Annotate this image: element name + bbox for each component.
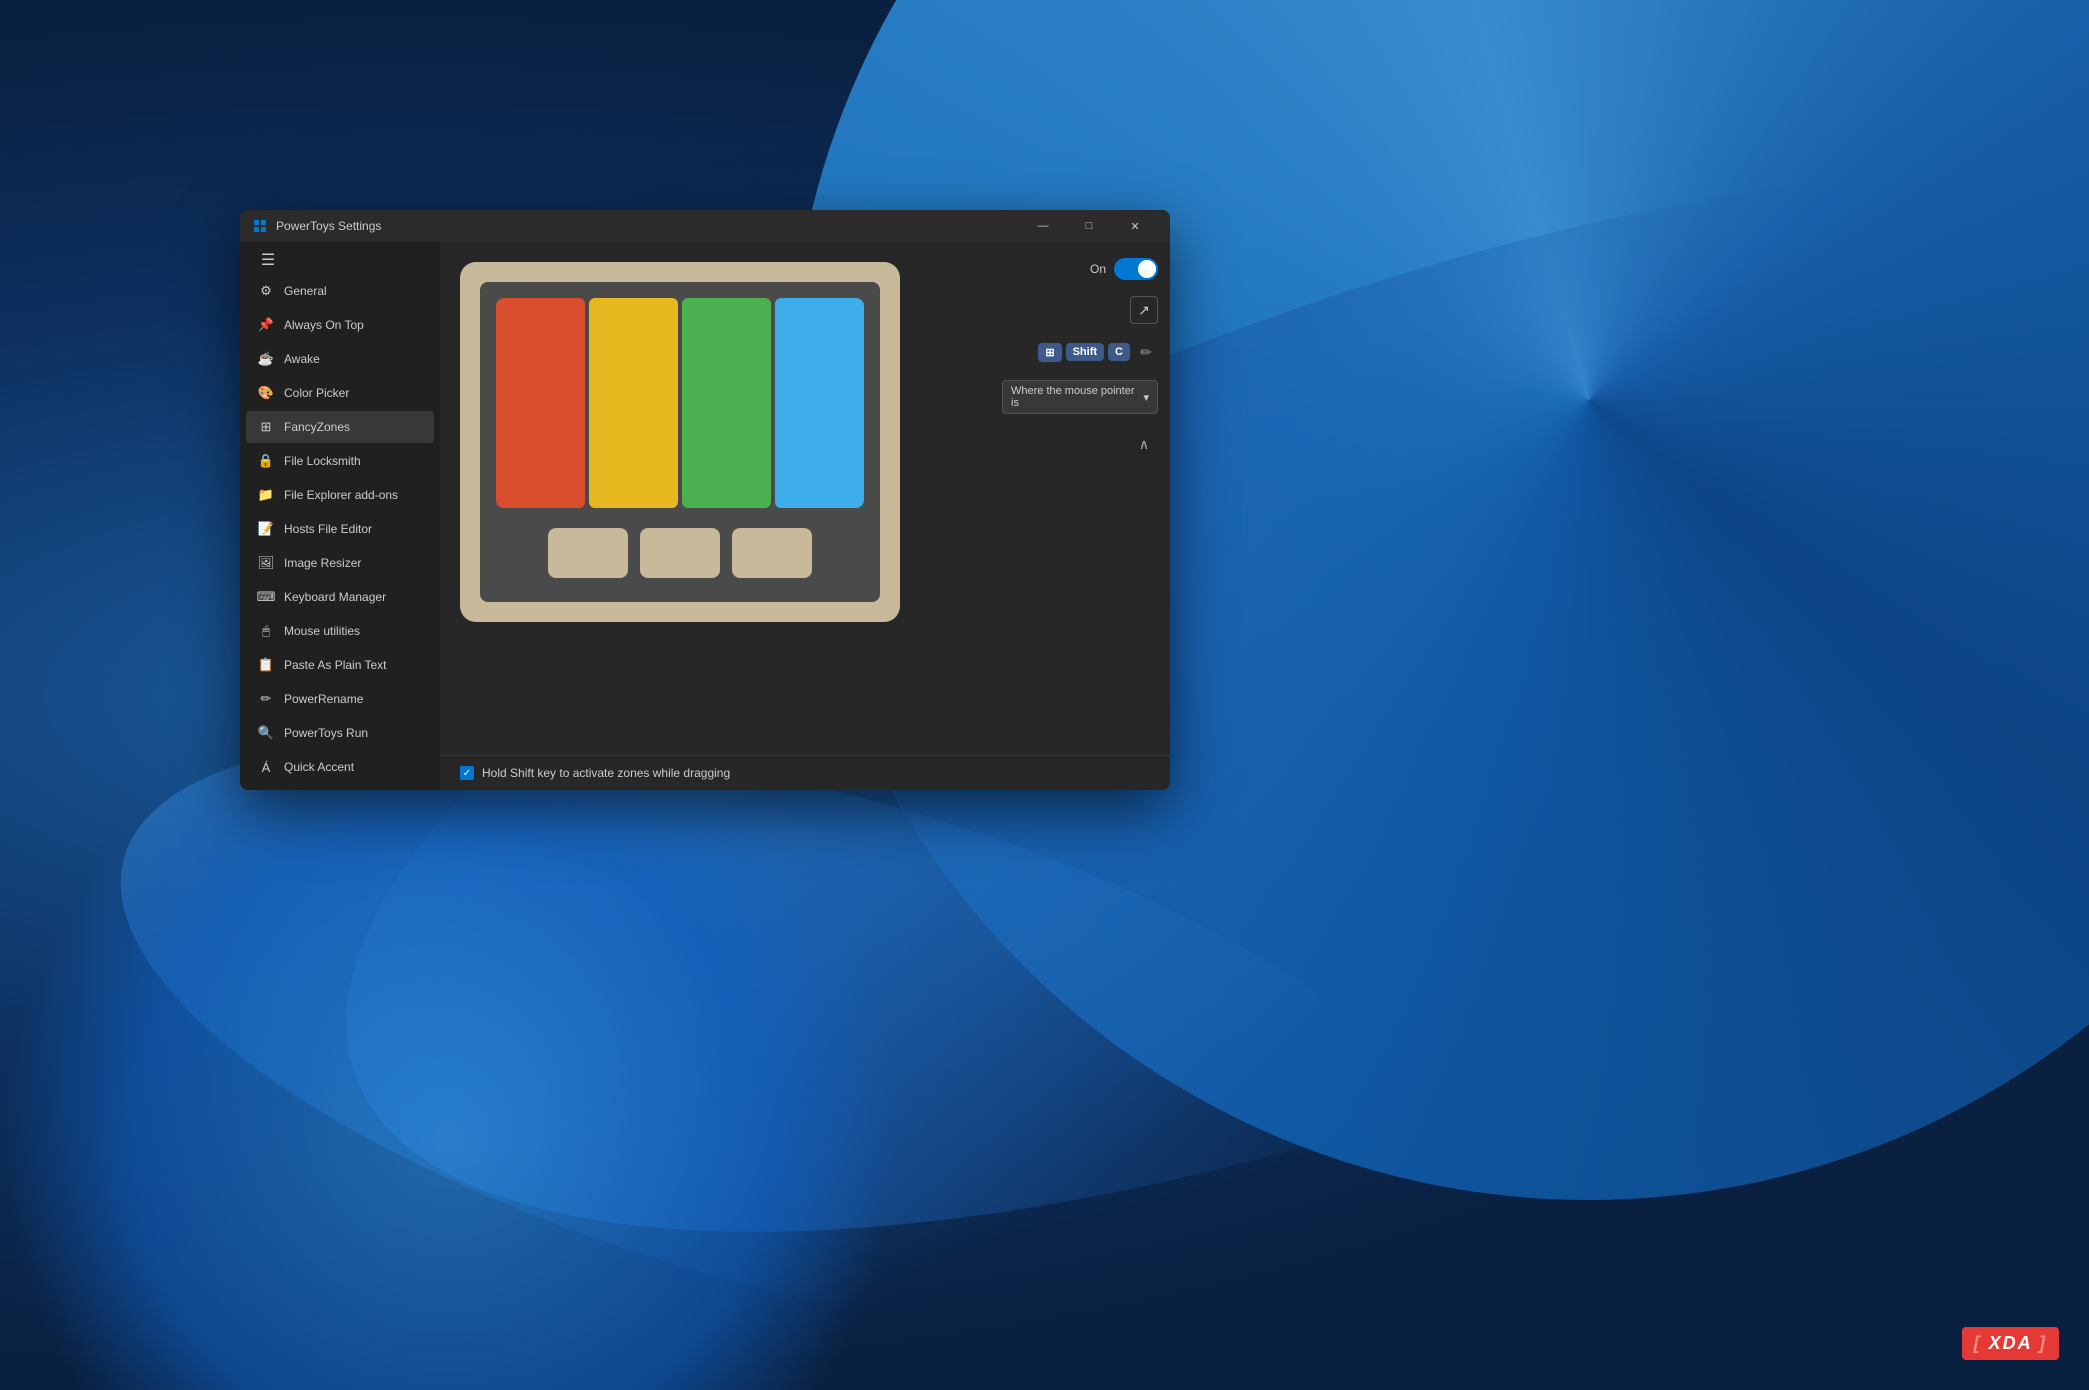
sidebar-item-hosts-file-editor[interactable]: 📝 Hosts File Editor — [246, 513, 434, 545]
sidebar-item-registry-preview[interactable]: 📋 Registry Preview — [246, 785, 434, 790]
key-shift: Shift — [1066, 343, 1104, 361]
content-area: ☰ ⚙ General 📌 Always On Top ☕ Awake 🎨 Co… — [240, 242, 1170, 790]
fancyzones-icon: ⊞ — [258, 419, 274, 435]
color-bars — [496, 298, 864, 508]
sidebar-item-file-explorer[interactable]: 📁 File Explorer add-ons — [246, 479, 434, 511]
shortcut-row: ⊞ Shift C ✏ — [1002, 340, 1158, 364]
sidebar-label-general: General — [284, 284, 327, 298]
enable-toggle[interactable] — [1114, 258, 1158, 280]
sidebar-label-powerrename: PowerRename — [284, 692, 363, 706]
powerrename-icon: ✏ — [258, 691, 274, 707]
color-bar-yellow — [589, 298, 678, 508]
sidebar-item-awake[interactable]: ☕ Awake — [246, 343, 434, 375]
collapse-button[interactable]: ∧ — [1130, 430, 1158, 458]
fancyzones-preview-area — [440, 242, 920, 755]
sidebar-item-file-locksmith[interactable]: 🔒 File Locksmith — [246, 445, 434, 477]
general-icon: ⚙ — [258, 283, 274, 299]
sidebar-item-quick-accent[interactable]: Á Quick Accent — [246, 751, 434, 783]
image-resizer-icon: 🖼 — [258, 555, 274, 571]
dropdown-row: Where the mouse pointer is ▾ — [1002, 380, 1158, 414]
chevron-down-icon: ▾ — [1143, 391, 1149, 404]
sidebar-item-keyboard-manager[interactable]: ⌨ Keyboard Manager — [246, 581, 434, 613]
external-link-icon: ↗ — [1138, 302, 1150, 319]
sidebar-label-keyboard-manager: Keyboard Manager — [284, 590, 386, 604]
sidebar-item-general[interactable]: ⚙ General — [246, 275, 434, 307]
preview-button-3 — [732, 528, 812, 578]
minimize-button[interactable]: — — [1020, 210, 1066, 242]
sidebar-item-always-on-top[interactable]: 📌 Always On Top — [246, 309, 434, 341]
sidebar-item-paste-plain-text[interactable]: 📋 Paste As Plain Text — [246, 649, 434, 681]
sidebar-label-awake: Awake — [284, 352, 320, 366]
chevron-up-icon: ∧ — [1139, 436, 1149, 452]
checkbox-wrap: ✓ Hold Shift key to activate zones while… — [460, 766, 730, 780]
preview-button-1 — [548, 528, 628, 578]
awake-icon: ☕ — [258, 351, 274, 367]
color-bar-red — [496, 298, 585, 508]
sidebar-label-quick-accent: Quick Accent — [284, 760, 354, 774]
sidebar-label-mouse-utilities: Mouse utilities — [284, 624, 360, 638]
sidebar-item-powertoys-run[interactable]: 🔍 PowerToys Run — [246, 717, 434, 749]
sidebar-label-color-picker: Color Picker — [284, 386, 349, 400]
main-panel: On ↗ ⊞ Shift C ✏ — [440, 242, 1170, 790]
sidebar-label-always-on-top: Always On Top — [284, 318, 364, 332]
hamburger-icon: ☰ — [261, 250, 275, 270]
xda-text: XDA — [1989, 1333, 2032, 1353]
sidebar-menu-button[interactable]: ☰ — [248, 250, 288, 270]
sidebar-item-color-picker[interactable]: 🎨 Color Picker — [246, 377, 434, 409]
shift-activate-label: Hold Shift key to activate zones while d… — [482, 766, 730, 780]
always-on-top-icon: 📌 — [258, 317, 274, 333]
sidebar-label-hosts-file-editor: Hosts File Editor — [284, 522, 372, 536]
file-locksmith-icon: 🔒 — [258, 453, 274, 469]
color-bar-blue — [775, 298, 864, 508]
maximize-button[interactable]: □ — [1066, 210, 1112, 242]
keyboard-manager-icon: ⌨ — [258, 589, 274, 605]
window-controls: — □ ✕ — [1020, 210, 1158, 242]
sidebar-item-fancyzones[interactable]: ⊞ FancyZones — [246, 411, 434, 443]
edit-pencil-icon: ✏ — [1140, 344, 1152, 360]
shortcut-edit-button[interactable]: ✏ — [1134, 340, 1158, 364]
sidebar: ☰ ⚙ General 📌 Always On Top ☕ Awake 🎨 Co… — [240, 242, 440, 790]
dropdown-label: Where the mouse pointer is — [1011, 385, 1139, 409]
xda-bracket-left: [ — [1974, 1333, 1982, 1353]
shift-activate-checkbox[interactable]: ✓ — [460, 766, 474, 780]
sidebar-item-mouse-utilities[interactable]: 🖱 Mouse utilities — [246, 615, 434, 647]
enable-toggle-row: On — [1002, 258, 1158, 280]
sidebar-label-image-resizer: Image Resizer — [284, 556, 361, 570]
settings-panel: On ↗ ⊞ Shift C ✏ — [990, 242, 1170, 755]
sidebar-item-image-resizer[interactable]: 🖼 Image Resizer — [246, 547, 434, 579]
preview-inner — [480, 282, 880, 602]
key-c: C — [1108, 343, 1130, 361]
file-explorer-icon: 📁 — [258, 487, 274, 503]
preview-buttons — [496, 520, 864, 586]
external-link-button[interactable]: ↗ — [1130, 296, 1158, 324]
color-bar-green — [682, 298, 771, 508]
sidebar-label-fancyzones: FancyZones — [284, 420, 350, 434]
paste-icon: 📋 — [258, 657, 274, 673]
sidebar-label-powertoys-run: PowerToys Run — [284, 726, 368, 740]
sidebar-label-paste-plain-text: Paste As Plain Text — [284, 658, 387, 672]
powertoys-run-icon: 🔍 — [258, 725, 274, 741]
bottom-bar: ✓ Hold Shift key to activate zones while… — [440, 755, 1170, 790]
close-button[interactable]: ✕ — [1112, 210, 1158, 242]
sidebar-item-powerrename[interactable]: ✏ PowerRename — [246, 683, 434, 715]
app-window: PowerToys Settings — □ ✕ ☰ ⚙ General 📌 A… — [240, 210, 1170, 790]
sidebar-label-file-explorer: File Explorer add-ons — [284, 488, 398, 502]
hosts-file-icon: 📝 — [258, 521, 274, 537]
app-icon — [252, 218, 268, 234]
color-picker-icon: 🎨 — [258, 385, 274, 401]
key-win: ⊞ — [1038, 343, 1061, 362]
xda-bracket-right: ] — [2039, 1333, 2047, 1353]
preview-button-2 — [640, 528, 720, 578]
window-title: PowerToys Settings — [276, 219, 1020, 233]
zone-location-dropdown[interactable]: Where the mouse pointer is ▾ — [1002, 380, 1158, 414]
mouse-utilities-icon: 🖱 — [258, 623, 274, 639]
title-bar: PowerToys Settings — □ ✕ — [240, 210, 1170, 242]
preview-frame — [460, 262, 900, 622]
toggle-on-label: On — [1090, 262, 1106, 276]
sidebar-label-file-locksmith: File Locksmith — [284, 454, 361, 468]
quick-accent-icon: Á — [258, 759, 274, 775]
xda-watermark: [ XDA ] — [1962, 1327, 2059, 1360]
